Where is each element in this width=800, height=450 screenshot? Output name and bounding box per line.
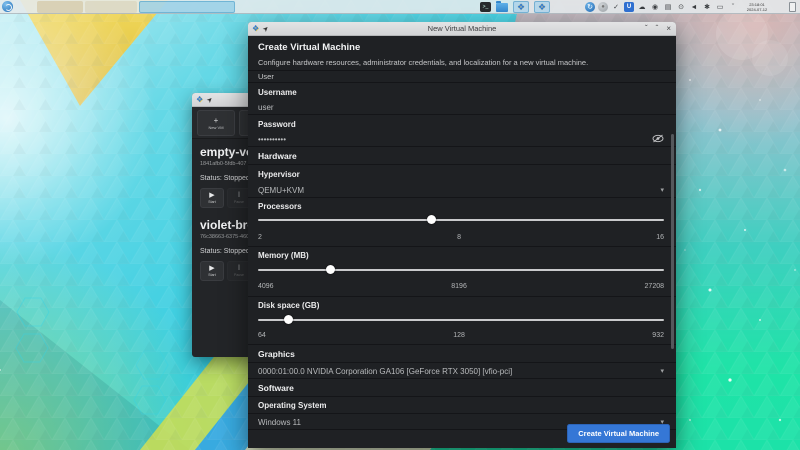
app-icon: ❖ — [196, 94, 204, 104]
graphics-select[interactable]: 0000:01:00.0 NVIDIA Corporation GA106 [G… — [258, 367, 664, 376]
dialog-scrollbar[interactable] — [671, 134, 674, 349]
play-icon: ▶ — [209, 265, 215, 272]
minimize-icon[interactable]: ˇ — [645, 24, 648, 33]
pause-icon: ‖ — [237, 265, 241, 272]
dialog-subtitle: Configure hardware resources, administra… — [258, 58, 589, 67]
tray-expand-icon[interactable]: ˇ — [728, 2, 738, 12]
play-icon: ▶ — [209, 192, 215, 199]
os-label: Operating System — [258, 401, 327, 410]
pinned-apps: >_ ❖ ❖ — [480, 0, 550, 13]
hypervisor-label: Hypervisor — [258, 170, 300, 179]
new-vm-dialog: ❖ ➤ New Virtual Machine ˇ ˆ × Create Vir… — [248, 22, 676, 448]
display-icon[interactable]: ▭ — [715, 2, 725, 12]
processors-label: Processors — [258, 202, 302, 211]
app-task-b[interactable]: ❖ — [534, 1, 550, 13]
digital-clock[interactable]: 23:18:01 2024-07-12 — [742, 2, 772, 12]
pause-icon: ‖ — [237, 192, 241, 199]
desktop: >_ ❖ ❖ ↻ ● ✓ U ☁ ◉ ▤ ⊙ ◄ ✱ ▭ ˇ 23:18:01 … — [0, 0, 800, 450]
dialog-titlebar[interactable]: ❖ ➤ New Virtual Machine ˇ ˆ × — [248, 22, 676, 36]
app-icon: ❖ — [516, 1, 526, 12]
task-button[interactable] — [37, 0, 83, 13]
clock-date: 2024-07-12 — [746, 7, 768, 12]
show-password-icon[interactable] — [652, 134, 664, 143]
disk-slider[interactable] — [258, 315, 664, 324]
terminal-icon[interactable]: >_ — [480, 2, 491, 12]
start-vm-button[interactable]: ▶ Start — [200, 188, 224, 208]
vault-icon[interactable]: U — [624, 2, 634, 12]
show-desktop-button[interactable] — [789, 2, 796, 12]
disk-scale: 64 128 932 — [258, 332, 664, 339]
cloud-sync-icon[interactable]: ☁ — [637, 2, 647, 12]
section-hardware: Hardware — [258, 151, 297, 161]
slider-handle[interactable] — [427, 215, 437, 224]
window-title: New Virtual Machine — [427, 24, 497, 33]
section-software: Software — [258, 383, 294, 393]
task-manager — [37, 0, 235, 13]
slider-handle[interactable] — [326, 265, 336, 274]
start-vm-button[interactable]: ▶ Start — [200, 261, 224, 281]
memory-scale: 4096 8196 27208 — [258, 283, 664, 290]
dialog-header: Create Virtual Machine — [258, 42, 361, 53]
app-task-a[interactable]: ❖ — [513, 1, 529, 13]
hypervisor-select[interactable]: QEMU+KVM ▾ — [258, 186, 664, 195]
new-vm-button[interactable]: + New VM — [197, 110, 235, 136]
slider-handle[interactable] — [283, 315, 293, 324]
create-vm-button[interactable]: Create Virtual Machine — [567, 424, 670, 443]
password-label: Password — [258, 120, 296, 129]
system-tray: ↻ ● ✓ U ☁ ◉ ▤ ⊙ ◄ ✱ ▭ ˇ — [585, 0, 738, 14]
volume-icon[interactable]: ◄ — [689, 2, 699, 12]
section-user: User — [258, 72, 274, 81]
chevron-down-icon: ▾ — [660, 368, 664, 375]
processors-slider[interactable] — [258, 215, 664, 224]
username-label: Username — [258, 88, 297, 97]
processors-scale: 2 8 16 — [258, 234, 664, 241]
file-manager-icon[interactable] — [496, 0, 508, 12]
app-launcher-icon[interactable] — [2, 1, 13, 12]
clipboard-icon[interactable]: ▤ — [663, 2, 673, 12]
memory-label: Memory (MB) — [258, 251, 309, 260]
section-graphics: Graphics — [258, 349, 295, 359]
password-input[interactable]: •••••••••• — [258, 134, 664, 144]
media-player-icon[interactable]: ⊙ — [676, 2, 686, 12]
dialog-body: Create Virtual Machine Configure hardwar… — [248, 36, 676, 448]
memory-slider[interactable] — [258, 265, 664, 274]
bluetooth-icon[interactable]: ✱ — [702, 2, 712, 12]
chevron-down-icon: ▾ — [660, 187, 664, 194]
network-update-icon[interactable]: ↻ — [585, 2, 595, 12]
top-panel: >_ ❖ ❖ ↻ ● ✓ U ☁ ◉ ▤ ⊙ ◄ ✱ ▭ ˇ 23:18:01 … — [0, 0, 800, 14]
disk-label: Disk space (GB) — [258, 301, 320, 310]
shield-icon[interactable]: ✓ — [611, 2, 621, 12]
app-icon: ❖ — [537, 1, 547, 12]
close-icon[interactable]: × — [666, 24, 671, 33]
status-inactive-icon[interactable]: ● — [598, 2, 608, 12]
username-input[interactable]: user — [258, 103, 664, 112]
plus-icon: + — [213, 116, 219, 125]
task-button-active[interactable] — [139, 0, 235, 13]
task-button[interactable] — [85, 0, 137, 13]
pin-icon[interactable]: ➤ — [205, 95, 215, 104]
screen-record-icon[interactable]: ◉ — [650, 2, 660, 12]
maximize-icon[interactable]: ˆ — [656, 24, 659, 33]
